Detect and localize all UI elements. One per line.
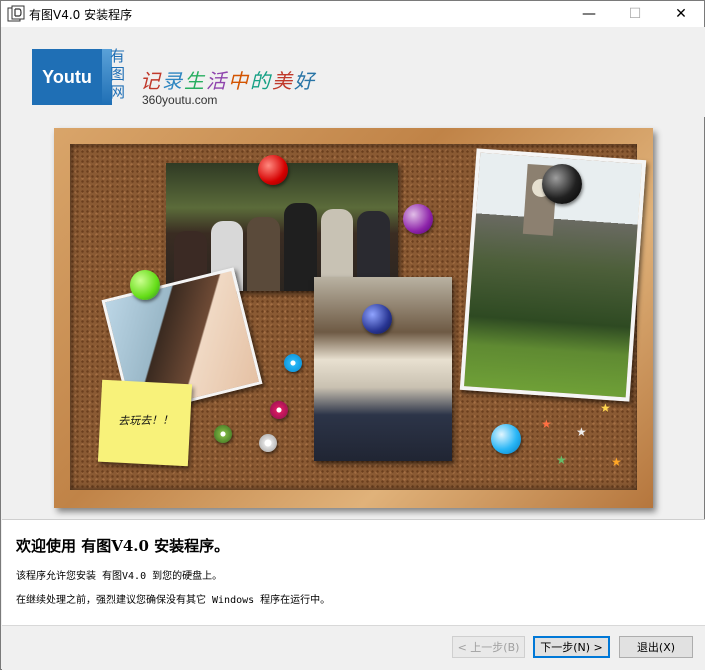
- figure: [247, 217, 281, 291]
- star-icon: ★: [541, 417, 552, 431]
- star-icon: ★: [556, 453, 567, 467]
- close-programs-warning: 在继续处理之前，强烈建议您确保没有其它 Windows 程序在运行中。: [16, 595, 331, 606]
- exit-button[interactable]: 退出(X): [619, 636, 693, 658]
- star-icon: ★: [600, 401, 611, 415]
- back-button[interactable]: < 上一步(B): [452, 636, 525, 658]
- minimize-icon: —: [582, 6, 596, 22]
- logo-text: Youtu: [42, 66, 92, 87]
- close-button[interactable]: ✕: [658, 1, 704, 27]
- installer-window: 有图V4.0 安装程序 — ☐ ✕ Youtu 有图网 记录生活中的美好 360…: [0, 0, 705, 670]
- install-description: 该程序允许您安装 有图V4.0 到您的硬盘上。: [16, 571, 223, 582]
- students-group-photo: [166, 163, 398, 291]
- thumbtack-white-icon: [259, 434, 277, 452]
- logo-chinese-name: 有图网: [110, 47, 126, 101]
- purple-pin-icon: [403, 204, 433, 234]
- slogan-char: 美: [272, 69, 294, 93]
- minimize-button[interactable]: —: [566, 1, 612, 27]
- thumbtack-blue-icon: [284, 354, 302, 372]
- slogan-char: 的: [250, 69, 272, 93]
- star-icon: ★: [576, 425, 587, 439]
- slogan-char: 活: [206, 69, 228, 93]
- slogan-char: 录: [162, 69, 184, 93]
- welcome-panel: 欢迎使用 有图V4.0 安装程序。 该程序允许您安装 有图V4.0 到您的硬盘上…: [2, 519, 705, 625]
- youtu-logo: Youtu: [32, 49, 102, 105]
- star-icon: ★: [611, 455, 622, 469]
- figure: [284, 203, 317, 291]
- maximize-button[interactable]: ☐: [612, 1, 658, 27]
- next-button[interactable]: 下一步(N) >: [533, 636, 610, 658]
- installer-app-icon: [7, 5, 25, 22]
- green-pin-icon: [130, 270, 160, 300]
- welcome-heading: 欢迎使用 有图V4.0 安装程序。: [16, 537, 230, 555]
- blue-pin-icon: [362, 304, 392, 334]
- title-bar[interactable]: 有图V4.0 安装程序 — ☐ ✕: [1, 1, 704, 27]
- button-bar: < 上一步(B) 下一步(N) > 退出(X): [2, 626, 705, 670]
- sticky-note: 去玩去！！: [97, 379, 193, 467]
- maximize-icon: ☐: [628, 6, 642, 22]
- thumbtack-green-icon: [214, 425, 232, 443]
- slogan-char: 好: [294, 69, 316, 93]
- red-pin-icon: [258, 155, 288, 185]
- slogan-char: 记: [140, 69, 162, 93]
- installer-header: Youtu 有图网 记录生活中的美好 360youtu.com: [2, 27, 705, 117]
- window-title: 有图V4.0 安装程序: [29, 8, 133, 22]
- slogan-char: 生: [184, 69, 206, 93]
- website-url: 360youtu.com: [142, 93, 218, 107]
- black-pin-icon: [542, 164, 582, 204]
- close-icon: ✕: [675, 6, 687, 22]
- slogan-char: 中: [228, 69, 250, 93]
- light-blue-pin-icon: [491, 424, 521, 454]
- sticky-note-text: 去玩去！！: [118, 413, 174, 428]
- cork-surface: 去玩去！！ ★ ★ ★ ★ ★: [70, 144, 647, 490]
- corkboard-banner: 去玩去！！ ★ ★ ★ ★ ★: [54, 128, 653, 508]
- slogan: 记录生活中的美好: [140, 65, 316, 94]
- thumbtack-magenta-icon: [270, 401, 288, 419]
